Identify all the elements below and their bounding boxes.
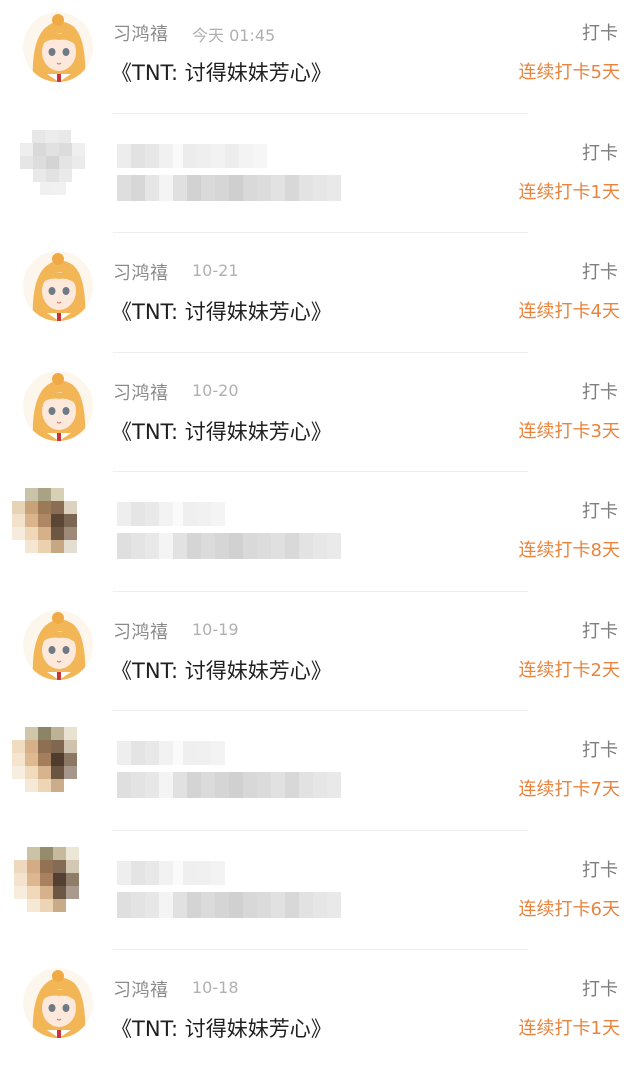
avatar[interactable] <box>23 370 93 441</box>
post-time: 10-18 <box>192 978 239 997</box>
blurred-avatar <box>14 846 90 923</box>
feed-item[interactable]: 习鸿禧 10-21 《TNT: 讨得妹妹芳心》 打卡 连续打卡4天 <box>0 239 640 359</box>
anime-girl-avatar-icon <box>23 609 93 680</box>
post-time: 10-19 <box>192 619 239 639</box>
blurred-title <box>117 772 341 798</box>
book-title[interactable]: 《TNT: 讨得妹妹芳心》 <box>111 655 332 685</box>
blurred-name <box>117 741 225 765</box>
user-name[interactable]: 习鸿禧 <box>113 379 169 405</box>
blurred-title <box>117 174 341 201</box>
row-divider <box>113 471 528 472</box>
streak-count: 连续打卡1天 <box>518 181 620 203</box>
feed-item[interactable]: 习鸿禧 10-19 《TNT: 讨得妹妹芳心》 打卡 连续打卡2天 <box>0 598 640 718</box>
feed-item-blurred[interactable]: 打卡 连续打卡1天 <box>0 120 640 240</box>
checkin-label: 打卡 <box>582 381 618 403</box>
feed-item-blurred[interactable]: 打卡 连续打卡7天 <box>0 717 640 837</box>
streak-count: 连续打卡5天 <box>518 62 620 83</box>
anime-girl-avatar-icon <box>23 370 93 441</box>
feed-item[interactable]: 习鸿禧 10-18 《TNT: 讨得妹妹芳心》 打卡 连续打卡1天 <box>0 956 640 1076</box>
avatar[interactable] <box>23 12 93 82</box>
blurred-name <box>117 502 225 526</box>
row-divider <box>113 829 528 831</box>
streak-count: 连续打卡8天 <box>518 540 620 561</box>
feed-item-blurred[interactable]: 打卡 连续打卡6天 <box>0 837 640 957</box>
blurred-avatar <box>12 727 88 803</box>
blurred-avatar <box>12 488 88 564</box>
user-name[interactable]: 习鸿禧 <box>113 20 169 46</box>
anime-girl-avatar-icon <box>23 251 93 321</box>
checkin-label: 打卡 <box>582 142 618 164</box>
blurred-title <box>117 891 341 918</box>
row-divider <box>113 351 528 353</box>
feed-item[interactable]: 习鸿禧 10-20 《TNT: 讨得妹妹芳心》 打卡 连续打卡3天 <box>0 359 640 479</box>
streak-count: 连续打卡6天 <box>518 898 620 920</box>
book-title[interactable]: 《TNT: 讨得妹妹芳心》 <box>111 416 332 446</box>
avatar[interactable] <box>23 609 93 680</box>
post-time: 10-20 <box>192 380 239 400</box>
streak-count: 连续打卡7天 <box>518 779 620 800</box>
streak-count: 连续打卡2天 <box>518 659 620 681</box>
user-name[interactable]: 习鸿禧 <box>113 618 169 644</box>
checkin-label: 打卡 <box>582 740 618 761</box>
checkin-label: 打卡 <box>582 859 618 881</box>
streak-count: 连续打卡4天 <box>518 301 620 322</box>
checkin-label: 打卡 <box>582 262 618 283</box>
anime-girl-avatar-icon <box>23 12 93 82</box>
avatar[interactable] <box>23 968 93 1038</box>
row-divider <box>113 232 528 233</box>
post-time: 今天 01:45 <box>192 26 276 45</box>
checkin-label: 打卡 <box>582 979 618 1000</box>
checkin-feed: 习鸿禧 今天 01:45 《TNT: 讨得妹妹芳心》 打卡 连续打卡5天 打卡 … <box>0 0 640 1063</box>
row-divider <box>113 590 528 592</box>
row-divider <box>113 710 528 711</box>
feed-item-blurred[interactable]: 打卡 连续打卡8天 <box>0 478 640 598</box>
blurred-name <box>117 143 267 168</box>
avatar[interactable] <box>23 251 93 321</box>
blurred-title <box>117 533 341 559</box>
row-divider <box>113 112 528 114</box>
book-title[interactable]: 《TNT: 讨得妹妹芳心》 <box>111 57 332 87</box>
feed-item[interactable]: 习鸿禧 今天 01:45 《TNT: 讨得妹妹芳心》 打卡 连续打卡5天 <box>0 0 640 120</box>
blurred-avatar <box>20 129 96 206</box>
checkin-label: 打卡 <box>582 620 618 642</box>
user-name[interactable]: 习鸿禧 <box>113 259 169 285</box>
book-title[interactable]: 《TNT: 讨得妹妹芳心》 <box>111 1013 332 1043</box>
checkin-label: 打卡 <box>582 23 618 44</box>
checkin-label: 打卡 <box>582 501 618 522</box>
book-title[interactable]: 《TNT: 讨得妹妹芳心》 <box>111 296 332 326</box>
user-name[interactable]: 习鸿禧 <box>113 976 169 1002</box>
streak-count: 连续打卡3天 <box>518 420 620 442</box>
anime-girl-avatar-icon <box>23 968 93 1038</box>
streak-count: 连续打卡1天 <box>518 1018 620 1039</box>
row-divider <box>113 949 528 950</box>
blurred-name <box>117 860 225 885</box>
post-time: 10-21 <box>192 261 239 280</box>
